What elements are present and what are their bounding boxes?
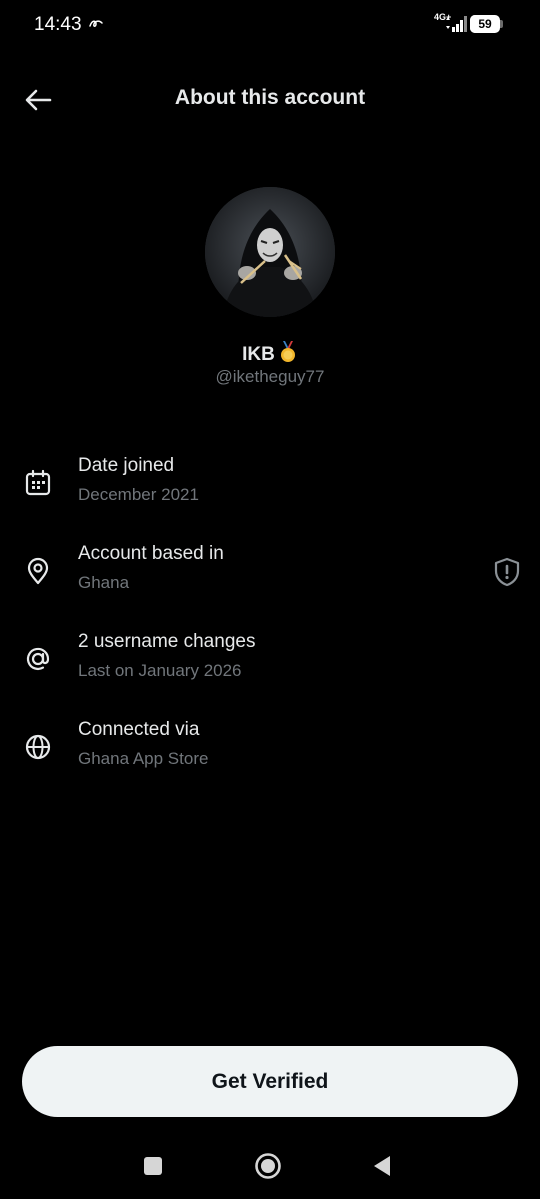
battery-icon: 59 [470, 15, 500, 33]
at-sign-icon [22, 643, 54, 675]
circle-home-icon [255, 1153, 281, 1179]
info-title: Account based in [78, 543, 224, 564]
home-button[interactable] [250, 1148, 286, 1184]
profile-name: IKB [242, 344, 275, 365]
info-title: Date joined [78, 455, 175, 476]
avatar-image [205, 187, 335, 317]
shield-alert-icon[interactable] [490, 555, 524, 589]
info-subtitle: Last on January 2026 [78, 661, 242, 680]
calendar-icon [22, 467, 54, 499]
info-subtitle: December 2021 [78, 485, 199, 504]
info-subtitle: Ghana App Store [78, 749, 209, 768]
get-verified-button[interactable]: Get Verified [22, 1046, 518, 1117]
battery-level: 59 [478, 17, 492, 31]
status-time: 14:43 [34, 14, 82, 35]
info-row-connected-via: Connected via Ghana App Store [0, 719, 540, 789]
info-subtitle: Ghana [78, 573, 130, 592]
medal-icon [278, 341, 298, 369]
profile-name-row: IKB [0, 341, 540, 369]
info-row-username-changes: 2 username changes Last on January 2026 [0, 631, 540, 701]
avatar[interactable] [205, 187, 335, 317]
info-title: Connected via [78, 719, 200, 740]
square-icon [144, 1157, 162, 1175]
recents-button[interactable] [135, 1148, 171, 1184]
status-bar: 14:43 4G+ 59 [0, 0, 540, 52]
battery-nub [500, 20, 503, 28]
globe-icon [22, 731, 54, 763]
page-title: About this account [174, 86, 366, 109]
info-row-account-based-in: Account based in Ghana [0, 543, 540, 613]
profile-handle: @iketheguy77 [215, 367, 325, 386]
location-pin-icon [22, 555, 54, 587]
system-nav-bar [0, 1130, 540, 1199]
info-row-date-joined: Date joined December 2021 [0, 455, 540, 525]
notification-icon [88, 16, 104, 34]
info-title: 2 username changes [78, 631, 256, 652]
signal-icon [445, 16, 467, 37]
triangle-back-icon [374, 1156, 390, 1176]
system-back-button[interactable] [364, 1148, 400, 1184]
